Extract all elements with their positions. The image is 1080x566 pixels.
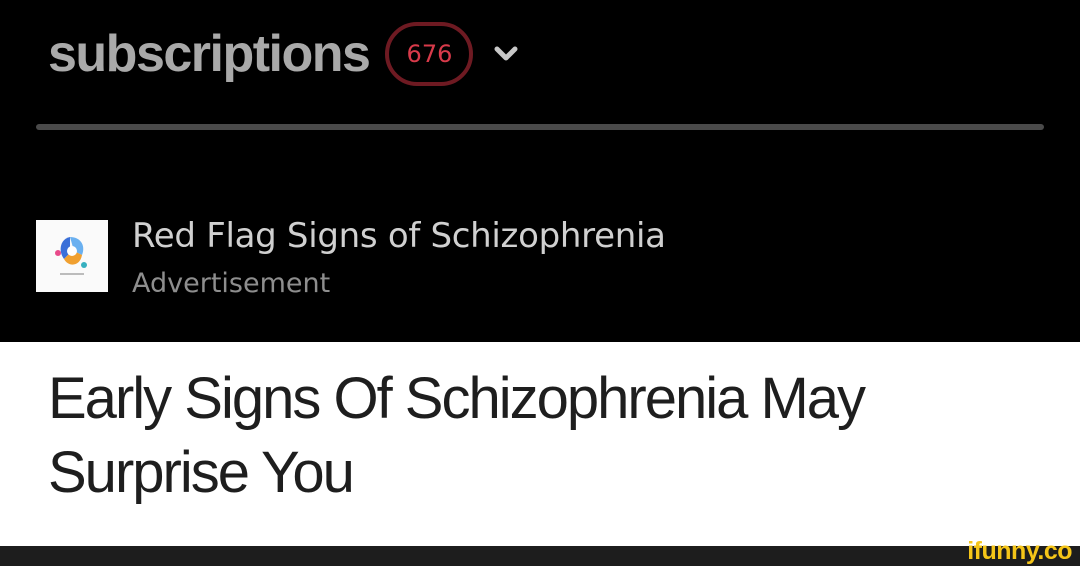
subscriptions-panel: subscriptions 676 Red Flag Signs of Schi… (0, 0, 1080, 342)
ad-title[interactable]: Red Flag Signs of Schizophrenia (132, 214, 666, 258)
article-headline[interactable]: Early Signs Of Schizophrenia May Surpris… (48, 362, 1048, 510)
ifunny-watermark: ifunny.co (967, 537, 1072, 565)
screenshot-page: subscriptions 676 Red Flag Signs of Schi… (0, 0, 1080, 566)
header-divider (36, 124, 1044, 130)
bottom-strip (0, 546, 1080, 566)
subscriptions-title: subscriptions (48, 25, 371, 83)
chevron-down-icon[interactable] (493, 41, 519, 67)
ad-item[interactable]: Red Flag Signs of Schizophrenia Advertis… (36, 212, 1036, 312)
ad-logo-icon (36, 220, 108, 292)
subscriptions-header[interactable]: subscriptions 676 (48, 14, 519, 94)
article-preview[interactable]: Early Signs Of Schizophrenia May Surpris… (0, 342, 1080, 546)
advertisement-label: Advertisement (132, 268, 331, 299)
subscription-count-badge: 676 (385, 22, 474, 86)
